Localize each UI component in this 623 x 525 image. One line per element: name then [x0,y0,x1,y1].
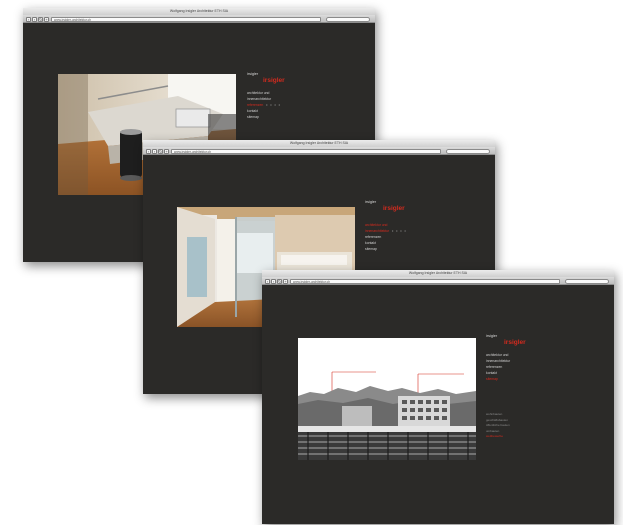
add-icon[interactable]: + [283,278,288,284]
nav-item-label: referenzen [247,103,264,107]
address-bar[interactable]: www.irsigler-architektur.ch [290,278,560,284]
hero-photo-building-bw [298,338,476,460]
back-icon[interactable]: ‹ [26,16,31,22]
logo-text-red: irsigler [383,205,405,212]
site-nav: irsigler irsigler architektur und innena… [247,72,285,120]
browser-toolbar: ‹ › ↻ + www.irsigler-architektur.ch [23,15,375,23]
logo-text-red: irsigler [263,77,285,84]
add-icon[interactable]: + [164,148,169,154]
nav-item-sitemap[interactable]: sitemap [247,114,285,120]
search-field[interactable] [565,278,609,284]
logo-text-red: irsigler [504,339,526,346]
pagination-dots[interactable]: • • • • [392,229,407,233]
browser-window-3: Wolfgang Irsigler Architektur ETH SIA ‹ … [262,270,614,524]
window-title: Wolfgang Irsigler Architektur ETH SIA [23,8,375,15]
reload-icon[interactable]: ↻ [38,16,43,22]
back-icon[interactable]: ‹ [146,148,151,154]
nav-item-sitemap[interactable]: sitemap [365,246,407,252]
search-field[interactable] [446,148,490,154]
address-bar[interactable]: www.irsigler-architektur.ch [171,148,441,154]
site-nav: irsigler irsigler architektur und innena… [365,200,407,252]
forward-icon[interactable]: › [32,16,37,22]
nav-item-label: innenarchitektur [365,229,390,233]
pagination-dots[interactable]: • • • • [266,103,281,107]
window-title: Wolfgang Irsigler Architektur ETH SIA [262,270,614,277]
add-icon[interactable]: + [44,16,49,22]
address-bar[interactable]: www.irsigler-architektur.ch [51,16,321,22]
search-field[interactable] [326,16,370,22]
subnav-item-wettbewerbe[interactable]: wettbewerbe [486,434,526,440]
site-nav: irsigler irsigler architektur und innena… [486,334,526,440]
reload-icon[interactable]: ↻ [277,278,282,284]
window-title: Wolfgang Irsigler Architektur ETH SIA [143,140,495,147]
forward-icon[interactable]: › [271,278,276,284]
back-icon[interactable]: ‹ [265,278,270,284]
reload-icon[interactable]: ↻ [158,148,163,154]
browser-toolbar: ‹ › ↻ + www.irsigler-architektur.ch [143,147,495,155]
forward-icon[interactable]: › [152,148,157,154]
browser-toolbar: ‹ › ↻ + www.irsigler-architektur.ch [262,277,614,285]
